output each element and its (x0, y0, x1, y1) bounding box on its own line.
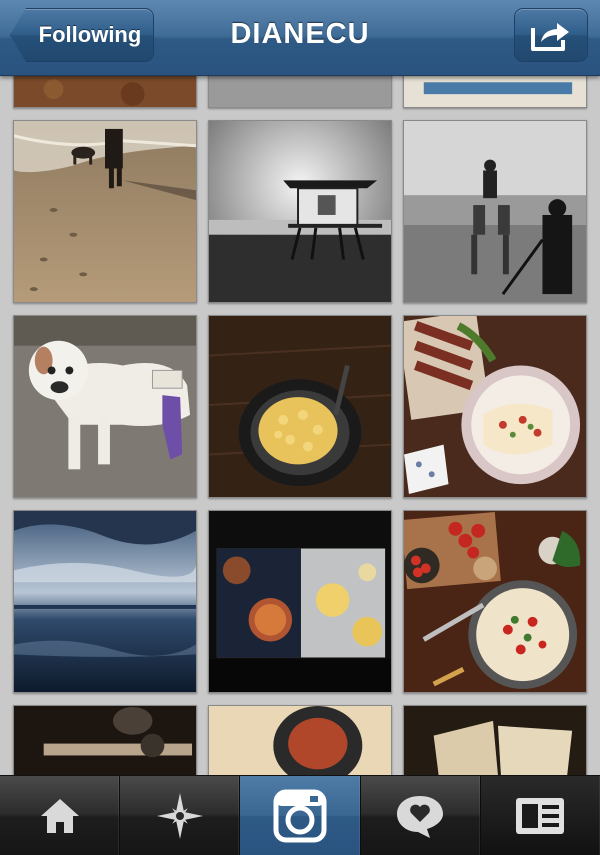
photo-bw-lifeguard-tower (209, 121, 391, 302)
photo-tile[interactable] (208, 120, 392, 303)
photo-pasta-pan-ingredients (404, 511, 586, 692)
tab-home[interactable] (0, 776, 121, 855)
photo-laptop-food-photos (209, 511, 391, 692)
camera-icon (273, 789, 327, 842)
photo-tile[interactable] (13, 315, 197, 498)
photo-tile[interactable] (403, 315, 587, 498)
profile-card-icon (516, 797, 565, 834)
photo-tile[interactable] (208, 510, 392, 693)
photo-tile[interactable] (403, 120, 587, 303)
tab-explore[interactable] (120, 776, 241, 855)
photo-tile[interactable] (208, 315, 392, 498)
explore-star-icon (156, 792, 203, 839)
photo-tile[interactable] (403, 510, 587, 693)
photo-tile[interactable] (13, 705, 197, 775)
photo-mortar-spices (209, 706, 391, 775)
share-button[interactable] (514, 8, 588, 62)
photo-steak-tacos (404, 316, 586, 497)
photo-beach-dog-walker (14, 121, 196, 302)
photo-mac-and-cheese-bowl (209, 316, 391, 497)
tab-bar (0, 775, 600, 855)
news-heart-bubble-icon (397, 795, 444, 838)
photo-tile[interactable] (13, 510, 197, 693)
photo-stormy-ocean (14, 511, 196, 692)
photo-tile[interactable] (403, 705, 587, 775)
photo-grid (0, 0, 600, 775)
photo-tile[interactable] (208, 705, 392, 775)
tab-camera[interactable] (240, 776, 361, 855)
share-arrow-icon (531, 23, 569, 51)
navigation-header: Following DIANECU (0, 0, 600, 76)
home-icon (40, 798, 79, 833)
photo-boxer-dog-cast (14, 316, 196, 497)
tab-profile[interactable] (480, 776, 600, 855)
photo-dark-teapot (14, 706, 196, 775)
photo-open-book (404, 706, 586, 775)
following-back-button[interactable]: Following (10, 8, 154, 62)
photo-tile[interactable] (13, 120, 197, 303)
tab-news[interactable] (361, 776, 481, 855)
page-title: DIANECU (230, 18, 370, 50)
photo-bw-acrobats-beach (404, 121, 586, 302)
